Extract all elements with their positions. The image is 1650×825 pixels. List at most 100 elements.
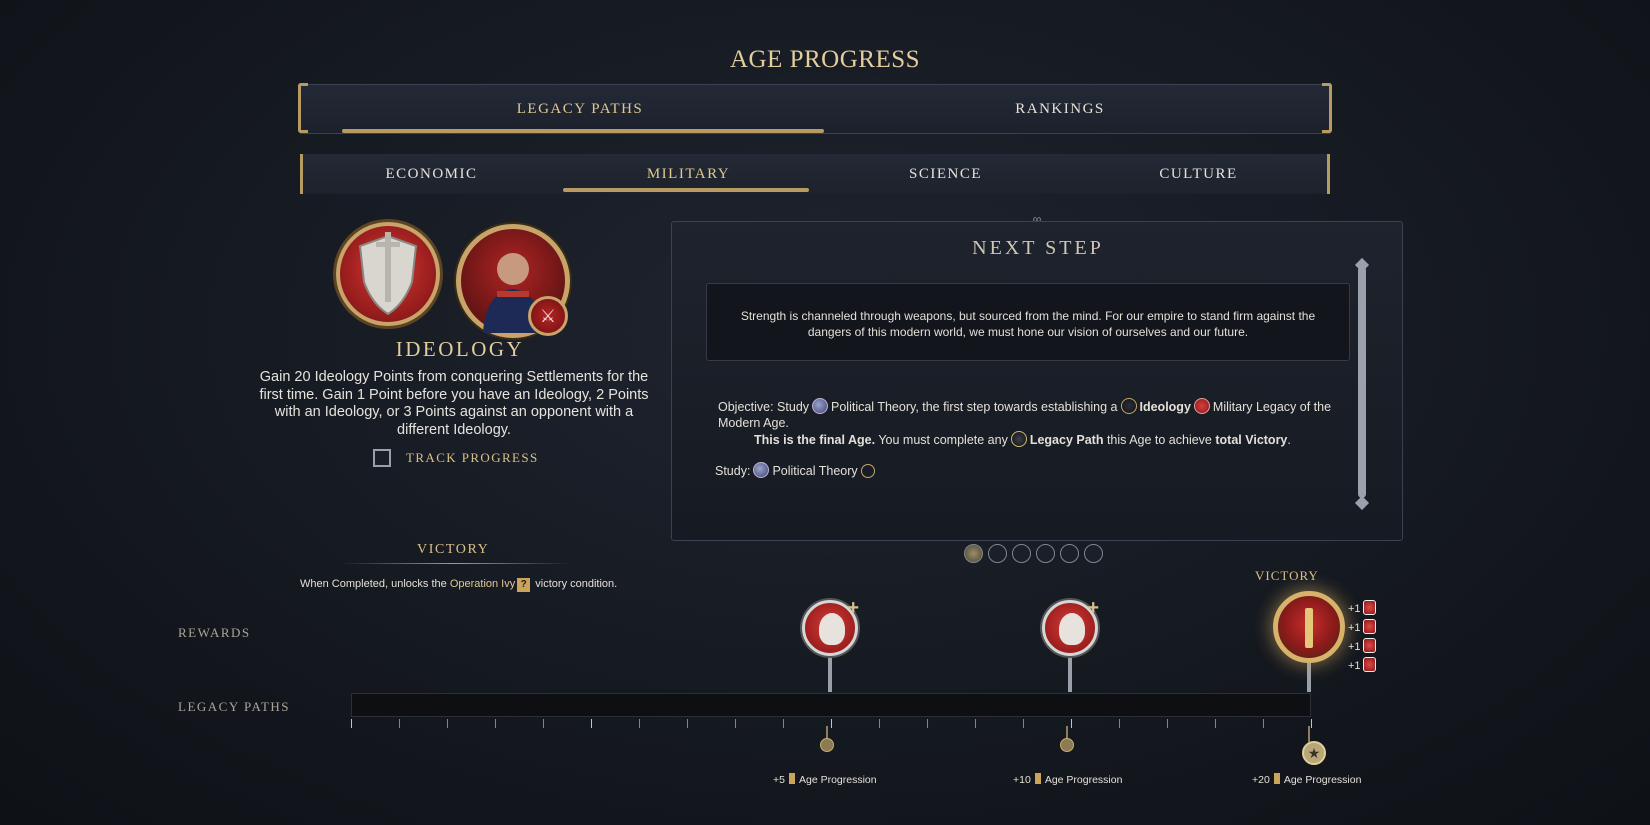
progress-tick	[495, 719, 496, 728]
reward-ideology-icon[interactable]: +	[1042, 597, 1099, 656]
operation-ivy-link[interactable]: Operation Ivy	[450, 578, 515, 590]
study-requirement: Study: Political Theory	[715, 462, 878, 478]
military-point-icon	[1362, 619, 1376, 634]
subtab-edge-right	[1327, 154, 1330, 194]
progress-tick	[351, 719, 352, 728]
progress-tick	[1167, 719, 1168, 728]
final-age-mid: You must complete any	[878, 433, 1008, 447]
victory-desc-suffix: victory condition.	[535, 578, 618, 590]
bonus-item: +1	[1348, 600, 1376, 619]
objective-text: Objective: Study Political Theory, the fi…	[718, 398, 1358, 431]
main-tab-bar: LEGACY PATHS RANKINGS	[298, 83, 1332, 134]
progress-tick	[639, 719, 640, 728]
victory-desc-prefix: When Completed, unlocks the	[300, 578, 447, 590]
victory-bonus-list: +1 +1 +1 +1	[1348, 600, 1376, 676]
objective-prefix: Objective: Study	[718, 400, 810, 414]
legacy-milestone-title: IDEOLOGY	[395, 337, 525, 361]
objective-mid: , the first step towards establishing a	[915, 400, 1118, 414]
plus-icon: +	[847, 597, 859, 619]
bonus-amount: +1	[1348, 641, 1361, 653]
plus-icon: +	[1087, 597, 1099, 619]
page-dot[interactable]	[964, 544, 983, 563]
progress-tick	[783, 719, 784, 728]
milestone-amount: +10	[1013, 774, 1031, 786]
tab-rankings[interactable]: RANKINGS	[820, 85, 1300, 133]
bonus-amount: +1	[1348, 660, 1361, 672]
final-age-mid2: this Age to achieve	[1106, 433, 1212, 447]
military-point-icon	[1362, 638, 1376, 653]
star-milestone-icon[interactable]: ★	[1302, 741, 1326, 765]
reward-ideology-icon[interactable]: +	[802, 597, 859, 656]
final-age-legacy: Legacy Path	[1029, 433, 1104, 447]
progress-ticks	[351, 719, 1312, 729]
bonus-item: +1	[1348, 619, 1376, 638]
hourglass-icon	[788, 773, 795, 784]
sword-icon	[1305, 608, 1313, 648]
milestone-label: +20 Age Progression	[1252, 773, 1361, 786]
next-step-title: NEXT STEP	[972, 237, 1104, 259]
page-dot[interactable]	[1060, 544, 1079, 563]
hourglass-icon	[1034, 773, 1041, 784]
progress-tick	[927, 719, 928, 728]
next-step-pager	[964, 544, 1108, 564]
bonus-amount: +1	[1348, 622, 1361, 634]
progress-tick	[1119, 719, 1120, 728]
reward-stem	[828, 650, 832, 692]
milestone-marker-icon[interactable]	[820, 738, 834, 752]
final-age-bold: This is the final Age.	[754, 433, 876, 447]
legacy-milestone-description: Gain 20 Ideology Points from conquering …	[259, 369, 649, 438]
milestone-stem	[1308, 726, 1310, 742]
scrollbar-cap-bottom	[1354, 495, 1370, 511]
page-dot[interactable]	[1036, 544, 1055, 563]
bonus-item: +1	[1348, 638, 1376, 657]
tab-science[interactable]: SCIENCE	[817, 154, 1074, 194]
tech-icon	[812, 398, 829, 414]
military-badge-icon: ⚔	[528, 296, 568, 336]
final-age-text: This is the final Age. You must complete…	[754, 431, 1291, 447]
military-point-icon	[1362, 657, 1376, 672]
tab-legacy-paths[interactable]: LEGACY PATHS	[340, 85, 820, 133]
objective-tech-link[interactable]: Political Theory	[831, 400, 915, 414]
track-progress-label[interactable]: TRACK PROGRESS	[406, 450, 539, 466]
active-tab-indicator	[342, 129, 824, 133]
legacy-path-icon	[1010, 431, 1027, 447]
flavor-quote-text: Strength is channeled through weapons, b…	[740, 309, 1316, 339]
progress-tick	[447, 719, 448, 728]
victory-reward-icon[interactable]	[1273, 591, 1345, 663]
milestone-amount: +20	[1252, 774, 1270, 786]
ideology-icon	[1120, 398, 1137, 414]
legacy-progress-bar	[351, 693, 1311, 717]
next-step-scrollbar[interactable]	[1358, 266, 1366, 498]
progress-tick	[687, 719, 688, 728]
tab-bracket-left	[298, 83, 308, 133]
progress-tick	[879, 719, 880, 728]
progress-tick	[735, 719, 736, 728]
progress-tick	[1311, 719, 1312, 728]
reward-stem	[1307, 660, 1311, 692]
milestone-text: Age Progression	[798, 774, 877, 786]
hourglass-icon	[1273, 773, 1280, 784]
objective-ideology: Ideology	[1139, 400, 1191, 414]
progress-tick	[975, 719, 976, 728]
bonus-amount: +1	[1348, 603, 1361, 615]
progress-tick	[1071, 719, 1072, 728]
milestone-marker-icon[interactable]	[1060, 738, 1074, 752]
final-age-victory: total Victory	[1215, 433, 1288, 447]
military-point-icon	[1362, 600, 1376, 615]
page-dot[interactable]	[988, 544, 1007, 563]
tab-economic[interactable]: ECONOMIC	[303, 154, 560, 194]
milestone-amount: +5	[773, 774, 785, 786]
victory-divider	[340, 563, 570, 564]
progress-tick	[1023, 719, 1024, 728]
study-tech-link[interactable]: Political Theory	[772, 464, 857, 478]
page-dot[interactable]	[1084, 544, 1103, 563]
progress-tick	[1263, 719, 1264, 728]
final-age-end: .	[1287, 433, 1291, 447]
milestone-text: Age Progression	[1044, 774, 1123, 786]
rewards-row-label: REWARDS	[178, 625, 251, 640]
page-dot[interactable]	[1012, 544, 1031, 563]
help-icon[interactable]: ?	[517, 578, 531, 592]
military-icon	[1193, 398, 1210, 414]
tab-culture[interactable]: CULTURE	[1070, 154, 1327, 194]
track-progress-checkbox[interactable]	[373, 449, 391, 467]
